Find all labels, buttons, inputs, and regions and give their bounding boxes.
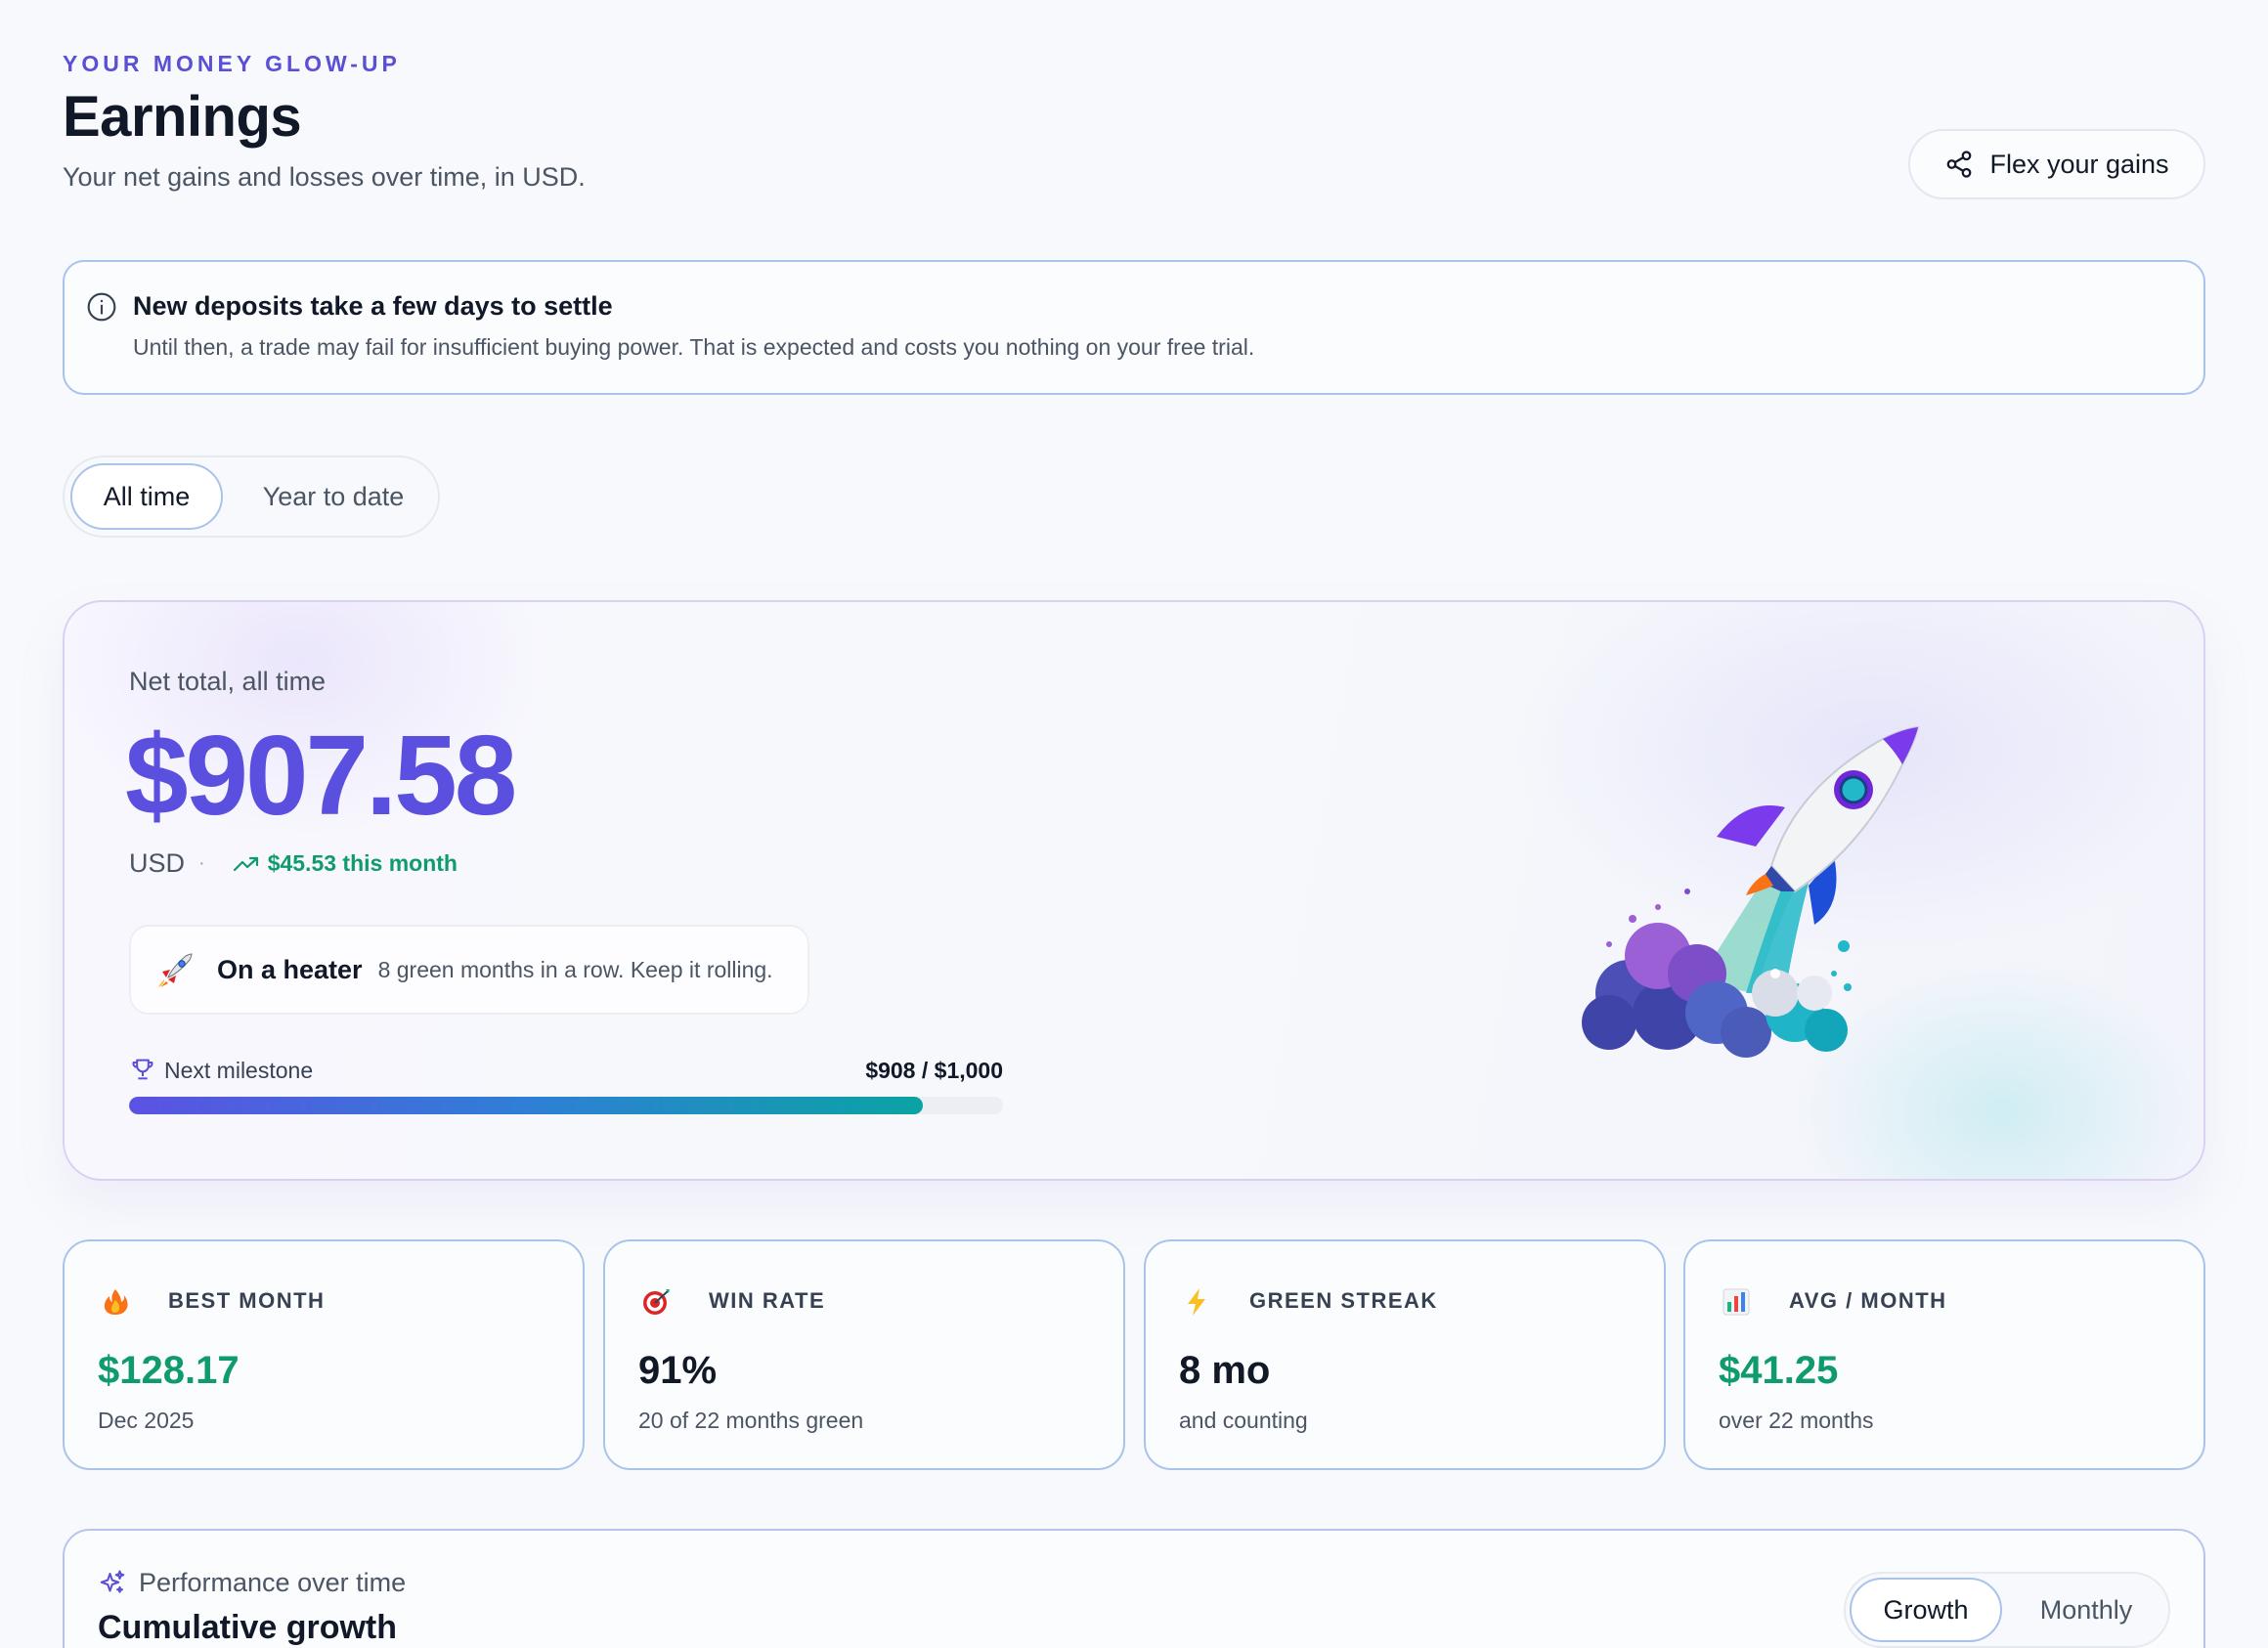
bar-chart-icon [1723,1288,1750,1316]
performance-eyebrow-label: Performance over time [139,1568,407,1597]
info-icon [87,292,116,322]
tab-monthly[interactable]: Monthly [2006,1578,2166,1642]
performance-card: Performance over time Cumulative growth … [63,1529,2205,1648]
stat-sub: and counting [1179,1408,1308,1433]
performance-title: Cumulative growth [98,1609,398,1646]
stat-value: 8 mo [1179,1349,1271,1392]
page-eyebrow: YOUR MONEY GLOW-UP [63,51,401,76]
rocket-illustration [1582,725,1920,1058]
net-total-label: Net total, all time [129,667,327,696]
stat-label: WIN RATE [709,1288,826,1313]
streak-title: On a heater [217,954,363,984]
milestone-progress-fill [129,1097,923,1114]
monthly-delta-value: $45.53 this month [267,850,458,876]
stat-card-green-streak: GREEN STREAK 8 mo and counting [1144,1239,1666,1470]
net-total-meta: USD · $45.53 this month [129,848,458,879]
trending-up-icon [233,856,258,871]
net-total-card: Net total, all time $907.58 USD · $45.53… [63,600,2205,1181]
notice-body: Until then, a trade may fail for insuffi… [133,334,1255,360]
tab-year-to-date[interactable]: Year to date [233,463,434,530]
lightning-icon [1188,1288,1205,1316]
stat-sub: over 22 months [1719,1408,1874,1433]
target-icon [643,1289,670,1315]
share-gains-button[interactable]: Flex your gains [1908,129,2205,199]
milestone-value: $908 / $1,000 [865,1058,1003,1083]
stat-label: BEST MONTH [168,1288,326,1313]
fire-icon [104,1289,128,1315]
share-icon [1947,151,1972,178]
stat-card-win-rate: WIN RATE 91% 20 of 22 months green [603,1239,1125,1470]
trophy-icon [132,1059,153,1080]
monthly-delta: $45.53 this month [233,850,458,877]
share-gains-label: Flex your gains [1989,149,2169,179]
tab-growth[interactable]: Growth [1850,1578,2002,1642]
page-subtitle: Your net gains and losses over time, in … [63,162,586,192]
notice-title: New deposits take a few days to settle [133,291,613,321]
sparkles-icon [100,1570,125,1593]
stat-sub: Dec 2025 [98,1408,195,1433]
milestone-header: Next milestone $908 / $1,000 [129,1056,1003,1087]
stat-value: $41.25 [1719,1349,1839,1392]
meta-separator: · [198,852,205,874]
stat-value: 91% [638,1349,718,1392]
stat-label: AVG / MONTH [1789,1288,1947,1313]
rocket-icon [158,953,193,987]
streak-callout: On a heater 8 green months in a row. Kee… [129,925,809,1015]
milestone-label: Next milestone [164,1058,314,1083]
tab-all-time[interactable]: All time [70,463,223,530]
stat-value: $128.17 [98,1349,240,1392]
performance-eyebrow: Performance over time [98,1568,406,1598]
chart-mode-toggle: Growth Monthly [1844,1572,2170,1648]
stat-card-avg-month: AVG / MONTH $41.25 over 22 months [1683,1239,2205,1470]
net-total-amount: $907.58 [125,712,517,839]
stat-sub: 20 of 22 months green [638,1408,864,1433]
range-toggle: All time Year to date [63,455,440,538]
stat-card-best-month: BEST MONTH $128.17 Dec 2025 [63,1239,585,1470]
streak-text: 8 green months in a row. Keep it rolling… [377,956,773,982]
page-title: Earnings [63,85,302,149]
stat-label: GREEN STREAK [1249,1288,1438,1313]
settlement-notice: New deposits take a few days to settle U… [63,260,2205,395]
earnings-page: YOUR MONEY GLOW-UP Earnings Your net gai… [63,0,2205,1648]
milestone-progress-bar [129,1097,1003,1114]
currency-label: USD [129,848,186,878]
